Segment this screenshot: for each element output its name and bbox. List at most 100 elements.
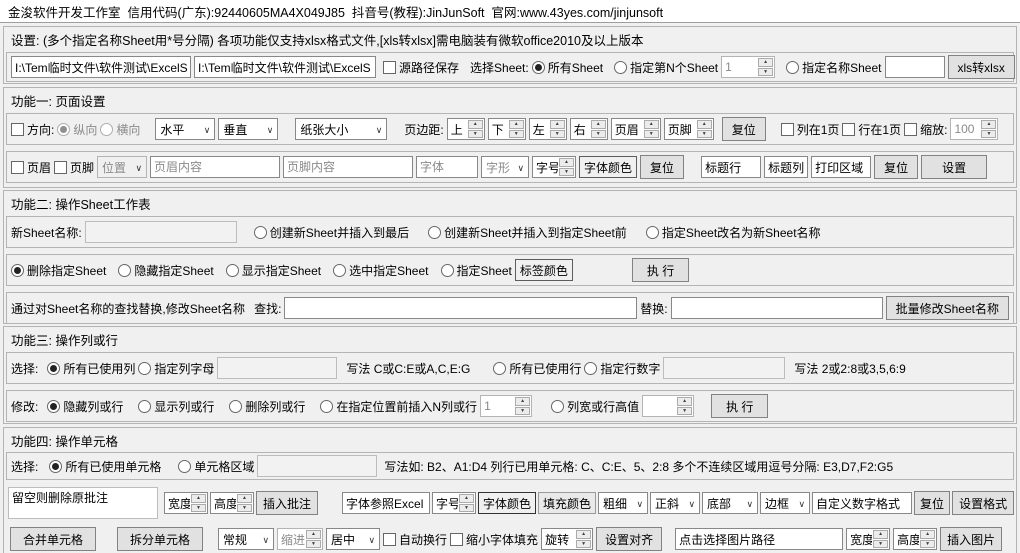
named-sheet-input[interactable]	[884, 56, 945, 78]
column-letter-radio[interactable]	[138, 361, 152, 375]
margin-right-stepper[interactable]: 右	[569, 118, 608, 140]
title-row-input[interactable]	[701, 156, 762, 178]
spinner-arrows-icon[interactable]	[236, 493, 253, 513]
image-height-stepper[interactable]: 高度	[893, 528, 938, 550]
nth-sheet-stepper[interactable]: 1	[721, 56, 776, 78]
split-cells-button[interactable]: 拆分单元格	[117, 527, 204, 551]
footer-margin-stepper[interactable]: 页脚	[663, 118, 714, 140]
rotate-stepper[interactable]: 旋转	[541, 528, 594, 550]
font-style-dropdown[interactable]: 字形	[481, 156, 530, 178]
rename-sheet-radio[interactable]	[645, 225, 659, 239]
all-sheets-radio[interactable]	[531, 60, 545, 74]
center-align-dropdown[interactable]: 居中	[326, 528, 381, 550]
shrink-to-fit-checkbox[interactable]	[450, 532, 464, 546]
spinner-arrows-icon[interactable]	[508, 119, 525, 139]
spinner-arrows-icon[interactable]	[305, 529, 322, 549]
comment-width-stepper[interactable]: 宽度	[164, 492, 208, 514]
footer-checkbox[interactable]	[54, 160, 68, 174]
wrap-text-checkbox[interactable]	[383, 532, 397, 546]
size-value-stepper[interactable]	[642, 395, 695, 417]
direction-checkbox[interactable]	[11, 122, 24, 136]
format-reset-button[interactable]: 复位	[914, 491, 951, 515]
spinner-arrows-icon[interactable]	[458, 493, 475, 513]
header-footer-reset-button[interactable]: 复位	[640, 155, 685, 179]
portrait-radio[interactable]	[57, 122, 71, 136]
border-dropdown[interactable]: 边框	[760, 492, 811, 514]
font-ref-input[interactable]	[342, 492, 431, 514]
header-checkbox[interactable]	[11, 160, 24, 174]
show-sheet-radio[interactable]	[225, 263, 239, 277]
keep-source-path-checkbox[interactable]	[383, 60, 396, 74]
margin-bottom-stepper[interactable]: 下	[487, 118, 526, 140]
hide-sheet-radio[interactable]	[118, 263, 132, 277]
colrow-execute-button[interactable]: 执 行	[711, 394, 769, 418]
tab-color-picker[interactable]: 标签颜色	[514, 259, 573, 281]
print-reset-button[interactable]: 复位	[874, 155, 919, 179]
fit-rows-checkbox[interactable]	[842, 122, 856, 136]
vertical-align-dropdown[interactable]: 垂直	[218, 118, 279, 140]
delete-sheet-radio[interactable]	[11, 263, 24, 277]
font-color-picker[interactable]: 字体颜色	[579, 156, 638, 178]
spinner-arrows-icon[interactable]	[190, 493, 207, 513]
spinner-arrows-icon[interactable]	[514, 396, 531, 416]
insert-n-stepper[interactable]: 1	[480, 395, 533, 417]
show-colrow-radio[interactable]	[138, 399, 152, 413]
find-input[interactable]	[284, 297, 638, 319]
all-columns-radio[interactable]	[47, 361, 61, 375]
scale-stepper[interactable]: 100	[950, 118, 999, 140]
image-path-input[interactable]	[675, 528, 844, 550]
source-path-input[interactable]	[11, 56, 191, 78]
fill-color-picker[interactable]: 填充颜色	[538, 492, 597, 514]
page-setup-button[interactable]: 设置	[921, 155, 988, 179]
footer-content-input[interactable]	[283, 156, 414, 178]
spinner-arrows-icon[interactable]	[872, 529, 889, 549]
cell-font-size-stepper[interactable]: 字号	[432, 492, 477, 514]
hide-colrow-radio[interactable]	[47, 399, 61, 413]
margins-reset-button[interactable]: 复位	[721, 117, 766, 141]
batch-rename-button[interactable]: 批量修改Sheet名称	[885, 296, 1009, 320]
all-rows-radio[interactable]	[493, 361, 507, 375]
xls-to-xlsx-button[interactable]: xls转xlsx	[947, 55, 1015, 79]
font-input[interactable]	[416, 156, 479, 178]
target-path-input[interactable]	[194, 56, 376, 78]
italic-dropdown[interactable]: 正斜	[650, 492, 701, 514]
spinner-arrows-icon[interactable]	[919, 529, 936, 549]
sheet-execute-button[interactable]: 执 行	[631, 258, 690, 282]
create-sheet-end-radio[interactable]	[253, 225, 267, 239]
set-align-button[interactable]: 设置对齐	[596, 527, 663, 551]
spinner-arrows-icon[interactable]	[696, 119, 713, 139]
row-number-radio[interactable]	[584, 361, 598, 375]
spinner-arrows-icon[interactable]	[590, 119, 607, 139]
merge-cells-button[interactable]: 合并单元格	[10, 527, 97, 551]
position-dropdown[interactable]: 位置	[97, 156, 148, 178]
column-letter-input[interactable]	[217, 357, 338, 379]
size-value-radio[interactable]	[551, 399, 565, 413]
print-area-input[interactable]	[811, 156, 872, 178]
spinner-arrows-icon[interactable]	[643, 119, 660, 139]
fit-columns-checkbox[interactable]	[780, 122, 794, 136]
scale-checkbox[interactable]	[904, 122, 918, 136]
comment-height-stepper[interactable]: 高度	[210, 492, 254, 514]
paper-size-dropdown[interactable]: 纸张大小	[295, 118, 388, 140]
number-format-input[interactable]	[812, 492, 913, 514]
title-col-input[interactable]	[764, 156, 809, 178]
insert-comment-button[interactable]: 插入批注	[256, 491, 319, 515]
all-cells-radio[interactable]	[49, 459, 63, 473]
bold-dropdown[interactable]: 粗细	[598, 492, 649, 514]
spinner-arrows-icon[interactable]	[575, 529, 592, 549]
row-number-input[interactable]	[663, 357, 786, 379]
nth-sheet-radio[interactable]	[614, 60, 628, 74]
replace-input[interactable]	[670, 297, 883, 319]
number-general-dropdown[interactable]: 常规	[218, 528, 275, 550]
cell-font-color-picker[interactable]: 字体颜色	[478, 492, 537, 514]
select-sheet-radio[interactable]	[333, 263, 347, 277]
spinner-arrows-icon[interactable]	[467, 119, 484, 139]
cell-range-input[interactable]	[257, 455, 378, 477]
new-sheet-name-input[interactable]	[84, 221, 237, 243]
image-width-stepper[interactable]: 宽度	[846, 528, 891, 550]
insert-image-button[interactable]: 插入图片	[940, 527, 1003, 551]
create-sheet-before-radio[interactable]	[428, 225, 442, 239]
spinner-arrows-icon[interactable]	[757, 57, 774, 77]
valign-dropdown[interactable]: 底部	[702, 492, 759, 514]
header-content-input[interactable]	[150, 156, 281, 178]
